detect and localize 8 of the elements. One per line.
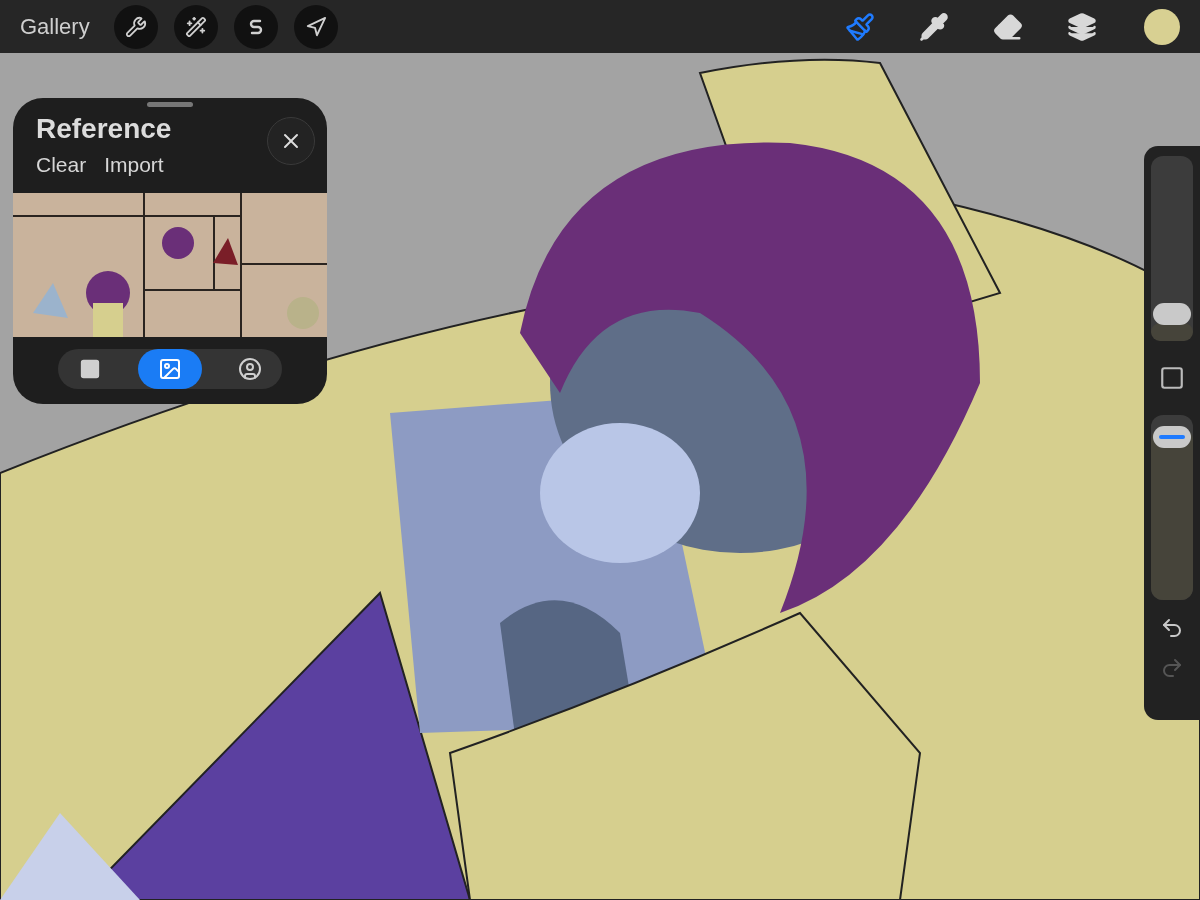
eraser-icon [993,11,1023,42]
color-swatch[interactable] [1144,8,1180,45]
brush-icon [845,11,875,42]
arrow-icon [304,15,327,38]
wrench-icon [124,15,147,38]
gallery-button[interactable]: Gallery [20,13,90,40]
layers-icon [1067,11,1097,42]
wand-icon [184,15,207,38]
